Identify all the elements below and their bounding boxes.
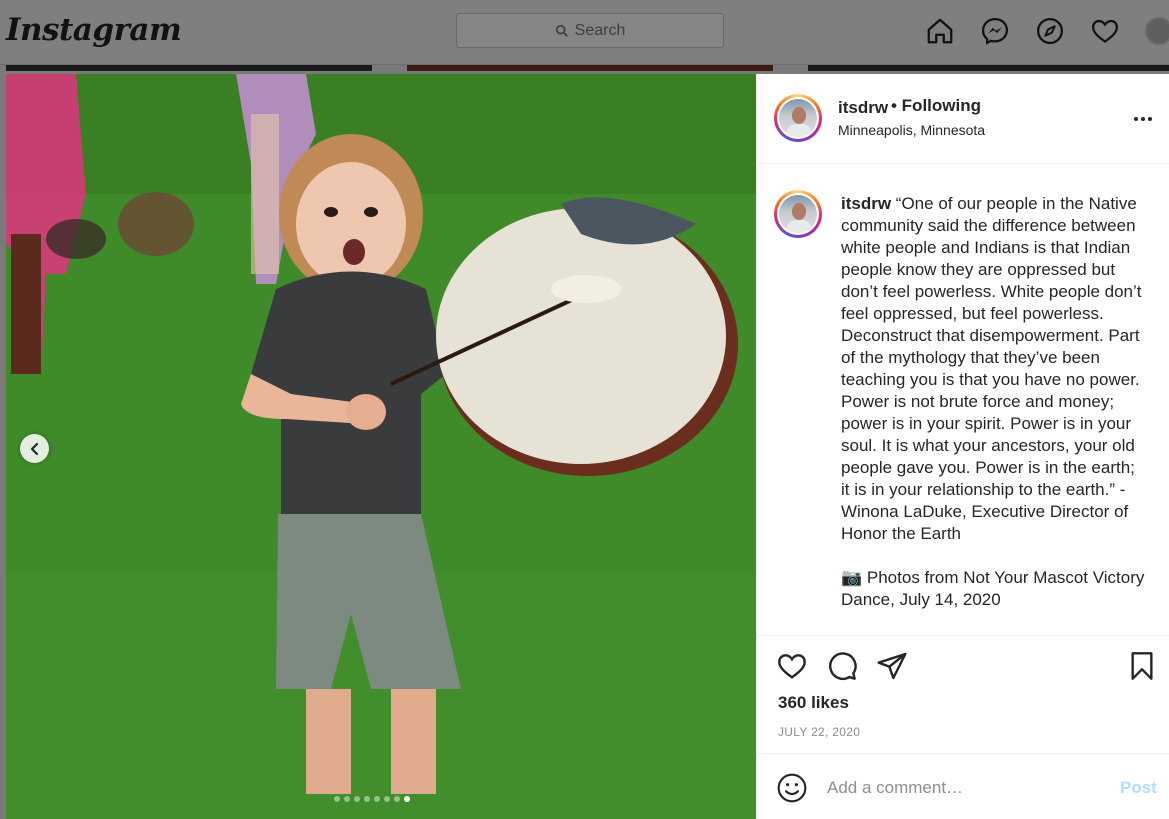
post-comment-button[interactable]: Post — [1120, 778, 1157, 798]
post-modal: itsdrw • Following Minneapolis, Minnesot… — [6, 74, 1169, 819]
caption-username[interactable]: itsdrw — [841, 194, 891, 213]
post-date[interactable]: JULY 22, 2020 — [778, 725, 860, 739]
following-button[interactable]: • Following — [891, 96, 981, 116]
previous-slide-button[interactable] — [20, 434, 49, 463]
carousel-dot — [374, 796, 380, 802]
comment-input[interactable] — [827, 772, 1117, 804]
carousel-dot — [334, 796, 340, 802]
more-options-icon[interactable] — [1134, 110, 1156, 128]
post-date-area: JULY 22, 2020 — [757, 708, 1169, 754]
share-icon[interactable] — [876, 650, 908, 682]
post-location[interactable]: Minneapolis, Minnesota — [838, 122, 985, 138]
home-icon[interactable] — [923, 14, 957, 48]
chevron-left-icon — [30, 442, 38, 455]
heart-icon[interactable] — [1088, 14, 1122, 48]
save-bookmark-icon[interactable] — [1126, 650, 1158, 682]
carousel-indicator — [334, 796, 410, 802]
post-actions: 360 likes — [757, 636, 1169, 712]
feed-image-strip — [407, 65, 773, 71]
search-placeholder: Search — [574, 21, 626, 39]
post-photo[interactable] — [6, 74, 756, 819]
feed-image-strip — [808, 65, 1169, 71]
post-caption: itsdrw “One of our people in the Native … — [841, 193, 1145, 611]
carousel-dot-active — [404, 796, 410, 802]
author-username[interactable]: itsdrw — [838, 98, 888, 118]
carousel-dot — [384, 796, 390, 802]
profile-avatar[interactable] — [1145, 17, 1169, 45]
like-heart-icon[interactable] — [776, 650, 808, 682]
author-avatar[interactable] — [774, 94, 822, 142]
emoji-icon[interactable] — [776, 772, 808, 804]
search-icon — [555, 24, 568, 37]
search-bar[interactable]: Search — [456, 13, 724, 48]
comment-icon[interactable] — [826, 650, 858, 682]
comments-section: itsdrw “One of our people in the Native … — [757, 164, 1169, 636]
messenger-icon[interactable] — [978, 14, 1012, 48]
carousel-dot — [344, 796, 350, 802]
photo-child-with-drum — [6, 74, 756, 819]
add-comment-bar: Post — [757, 754, 1169, 819]
caption-credit: 📷 Photos from Not Your Mascot Victory Da… — [841, 568, 1145, 609]
instagram-logo[interactable]: Instagram — [6, 12, 182, 48]
caption-avatar[interactable] — [774, 190, 822, 238]
caption-text: “One of our people in the Native communi… — [841, 194, 1142, 543]
carousel-dot — [354, 796, 360, 802]
feed-image-strip — [6, 65, 372, 71]
top-nav: Instagram Search — [0, 0, 1169, 65]
post-sidebar: itsdrw • Following Minneapolis, Minnesot… — [756, 74, 1169, 819]
explore-icon[interactable] — [1033, 14, 1067, 48]
carousel-dot — [394, 796, 400, 802]
carousel-dot — [364, 796, 370, 802]
post-header: itsdrw • Following Minneapolis, Minnesot… — [757, 74, 1169, 164]
